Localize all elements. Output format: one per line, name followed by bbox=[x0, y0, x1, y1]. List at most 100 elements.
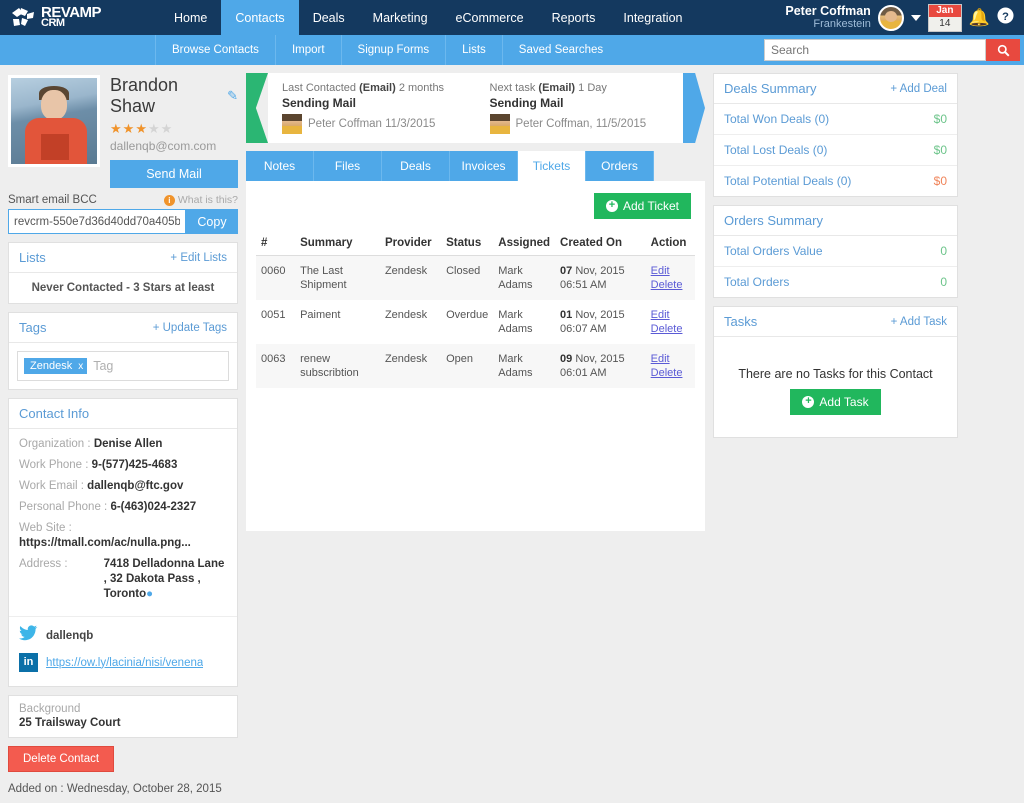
send-mail-button[interactable]: Send Mail bbox=[110, 160, 238, 188]
add-task-button[interactable]: + Add Task bbox=[790, 389, 880, 415]
bcc-input-row: Copy bbox=[8, 209, 238, 234]
social-links: dallenqb in https://ow.ly/lacinia/nisi/v… bbox=[9, 616, 237, 686]
subnav-item-saved-searches[interactable]: Saved Searches bbox=[502, 35, 619, 65]
timeline-next-task: Next task (Email) 1 Day Sending Mail Pet… bbox=[476, 73, 684, 143]
bcc-label-row: Smart email BCC i What is this? bbox=[8, 194, 238, 206]
help-icon[interactable]: ? bbox=[997, 7, 1014, 29]
right-column: Deals Summary + Add Deal Total Won Deals… bbox=[713, 73, 958, 446]
app-logo[interactable]: REVAMP CRM bbox=[0, 0, 160, 35]
summary-row-potential-deals: Total Potential Deals (0) $0 bbox=[714, 166, 957, 196]
linkedin-row[interactable]: in https://ow.ly/lacinia/nisi/venena bbox=[19, 653, 227, 672]
info-row-work-phone: Work Phone : 9-(577)425-4683 bbox=[19, 458, 227, 473]
subnav-item-import[interactable]: Import bbox=[275, 35, 341, 65]
lists-entry[interactable]: Never Contacted - 3 Stars at least bbox=[9, 273, 237, 303]
delete-link[interactable]: Delete bbox=[651, 278, 690, 292]
author-avatar bbox=[282, 114, 302, 134]
contact-name-row: Brandon Shaw ✎ bbox=[110, 75, 238, 117]
edit-lists-link[interactable]: + Edit Lists bbox=[170, 252, 227, 264]
logo-text: REVAMP CRM bbox=[41, 7, 101, 29]
summary-row-orders-value: Total Orders Value 0 bbox=[714, 236, 957, 267]
table-row[interactable]: 0051 Paiment Zendesk Overdue Mark Adams … bbox=[256, 300, 695, 344]
lists-header: Lists + Edit Lists bbox=[9, 243, 237, 273]
delete-link[interactable]: Delete bbox=[651, 322, 690, 336]
ticket-status: Overdue bbox=[441, 300, 493, 344]
map-pin-icon[interactable]: ● bbox=[146, 588, 153, 600]
edit-link[interactable]: Edit bbox=[651, 264, 690, 278]
contact-rating[interactable]: ★★★★★ bbox=[110, 121, 238, 137]
center-column: Last Contacted (Email) 2 months Sending … bbox=[246, 73, 705, 531]
nav-item-contacts[interactable]: Contacts bbox=[221, 0, 298, 35]
add-ticket-button[interactable]: + Add Ticket bbox=[594, 193, 691, 219]
delete-contact-button[interactable]: Delete Contact bbox=[8, 746, 114, 772]
subnav-item-lists[interactable]: Lists bbox=[445, 35, 502, 65]
col-created-on: Created On bbox=[555, 231, 646, 256]
added-on-text: Added on : Wednesday, October 28, 2015 bbox=[8, 783, 238, 795]
next-task-ago: 1 Day bbox=[578, 82, 607, 94]
star-on-1: ★ bbox=[110, 121, 123, 136]
subnav-item-browse-contacts[interactable]: Browse Contacts bbox=[155, 35, 275, 65]
work-phone-label: Work Phone : bbox=[19, 459, 88, 471]
background-card: Background 25 Trailsway Court bbox=[8, 695, 238, 738]
col-assigned: Assigned bbox=[493, 231, 555, 256]
add-deal-link[interactable]: + Add Deal bbox=[890, 83, 947, 95]
potential-deals-value: $0 bbox=[934, 174, 947, 188]
nav-item-home[interactable]: Home bbox=[160, 0, 221, 35]
tag-chip[interactable]: Zendesk x bbox=[24, 358, 87, 374]
chevron-down-icon[interactable] bbox=[911, 15, 921, 21]
ticket-id: 0063 bbox=[256, 344, 295, 388]
timeline-right-arrow-icon bbox=[683, 73, 705, 143]
nav-item-deals[interactable]: Deals bbox=[299, 0, 359, 35]
tag-remove-icon[interactable]: x bbox=[78, 361, 83, 372]
edit-link[interactable]: Edit bbox=[651, 352, 690, 366]
ticket-actions: Edit Delete bbox=[646, 300, 695, 344]
orders-value-label: Total Orders Value bbox=[724, 244, 823, 258]
tags-header: Tags + Update Tags bbox=[9, 313, 237, 343]
ticket-assigned: Mark Adams bbox=[493, 344, 555, 388]
nav-item-integration[interactable]: Integration bbox=[609, 0, 696, 35]
timeline-left-arrow-icon bbox=[246, 73, 268, 143]
ticket-actions: Edit Delete bbox=[646, 344, 695, 388]
page-body: Brandon Shaw ✎ ★★★★★ dallenqb@com.com Se… bbox=[0, 65, 1024, 803]
search-button[interactable] bbox=[986, 39, 1020, 61]
address-line-1: 7418 Delladonna Lane bbox=[104, 558, 225, 570]
work-email-label: Work Email : bbox=[19, 480, 84, 492]
tab-deals[interactable]: Deals bbox=[382, 151, 450, 181]
tags-input-box[interactable]: Zendesk x Tag bbox=[17, 351, 229, 381]
tab-tickets[interactable]: Tickets bbox=[518, 151, 586, 181]
ticket-summary: The Last Shipment bbox=[295, 256, 380, 301]
edit-link[interactable]: Edit bbox=[651, 308, 690, 322]
ticket-created-on: 07 Nov, 2015 06:51 AM bbox=[555, 256, 646, 301]
tab-orders[interactable]: Orders bbox=[586, 151, 654, 181]
bell-icon[interactable]: 🔔 bbox=[969, 8, 990, 28]
address-line-3: Toronto bbox=[104, 588, 147, 600]
nav-item-marketing[interactable]: Marketing bbox=[359, 0, 442, 35]
tag-chip-label: Zendesk bbox=[30, 360, 72, 372]
nav-item-ecommerce[interactable]: eCommerce bbox=[442, 0, 538, 35]
calendar-badge[interactable]: Jan 14 bbox=[928, 4, 962, 32]
tab-invoices[interactable]: Invoices bbox=[450, 151, 518, 181]
photo-face bbox=[41, 90, 67, 120]
tab-notes[interactable]: Notes bbox=[246, 151, 314, 181]
table-row[interactable]: 0063 renew subscribtion Zendesk Open Mar… bbox=[256, 344, 695, 388]
edit-pencil-icon[interactable]: ✎ bbox=[227, 88, 238, 104]
delete-link[interactable]: Delete bbox=[651, 366, 690, 380]
linkedin-url[interactable]: https://ow.ly/lacinia/nisi/venena bbox=[46, 657, 203, 669]
tab-files[interactable]: Files bbox=[314, 151, 382, 181]
search-input[interactable] bbox=[764, 39, 986, 61]
update-tags-link[interactable]: + Update Tags bbox=[153, 322, 227, 334]
work-phone-value: 9-(577)425-4683 bbox=[92, 459, 178, 471]
bcc-input[interactable] bbox=[8, 209, 186, 234]
info-row-address: Address : 7418 Delladonna Lane , 32 Dako… bbox=[19, 557, 227, 602]
copy-button[interactable]: Copy bbox=[186, 209, 238, 234]
user-name-block[interactable]: Peter Coffman Frankestein bbox=[785, 5, 870, 31]
user-avatar[interactable] bbox=[878, 5, 904, 31]
add-task-link[interactable]: + Add Task bbox=[891, 316, 947, 328]
bcc-hint[interactable]: i What is this? bbox=[164, 194, 238, 206]
tag-placeholder: Tag bbox=[93, 359, 113, 373]
website-value[interactable]: https://tmall.com/ac/nulla.png... bbox=[19, 536, 227, 551]
ticket-provider: Zendesk bbox=[380, 256, 441, 301]
table-row[interactable]: 0060 The Last Shipment Zendesk Closed Ma… bbox=[256, 256, 695, 301]
twitter-row[interactable]: dallenqb bbox=[19, 625, 227, 647]
subnav-item-signup-forms[interactable]: Signup Forms bbox=[341, 35, 446, 65]
nav-item-reports[interactable]: Reports bbox=[538, 0, 610, 35]
